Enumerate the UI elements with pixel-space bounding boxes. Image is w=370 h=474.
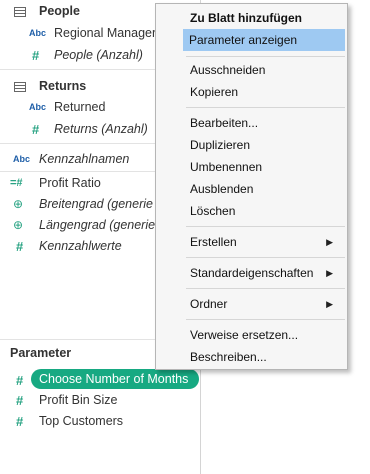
menu-item-rename[interactable]: Umbenennen [157,156,347,178]
string-dimension-icon: Abc [29,102,47,112]
globe-icon: ⊕ [13,218,24,232]
field-label: Breitengrad (generie [39,197,153,211]
parameter-icon: # [16,372,24,388]
menu-item-label: Standardeigenschaften [190,266,314,280]
table-name: People [39,4,80,18]
string-dimension-icon: Abc [13,154,31,164]
field-label: Profit Ratio [39,176,101,190]
menu-item-default-properties[interactable]: Standardeigenschaften ▶ [157,262,347,284]
menu-item-create[interactable]: Erstellen ▶ [157,231,347,253]
parameter-profit-bin-size[interactable]: # Profit Bin Size [0,389,201,411]
parameter-icon: # [16,392,24,408]
menu-item-describe[interactable]: Beschreiben... [157,346,347,368]
globe-icon: ⊕ [13,197,24,211]
parameter-top-customers[interactable]: # Top Customers [0,410,201,432]
menu-separator [186,257,345,258]
menu-item-label: Ordner [190,297,228,311]
menu-item-hide[interactable]: Ausblenden [157,178,347,200]
field-label: Profit Bin Size [39,393,118,407]
field-label: Regional Manager [54,26,157,40]
measure-icon: # [32,47,40,63]
menu-separator [186,288,345,289]
field-label: Returns (Anzahl) [54,122,148,136]
menu-separator [186,319,345,320]
menu-item-delete[interactable]: Löschen [157,200,347,222]
measure-icon: # [32,121,40,137]
table-icon [14,82,26,92]
field-label: Kennzahlwerte [39,239,122,253]
tableau-data-pane-screen: People Abc Regional Manager # People (An… [0,0,370,474]
menu-item-replace-references[interactable]: Verweise ersetzen... [157,324,347,346]
parameter-icon: # [16,413,24,429]
menu-item-add-to-sheet[interactable]: Zu Blatt hinzufügen [157,7,347,29]
field-label: Top Customers [39,414,124,428]
menu-item-cut[interactable]: Ausschneiden [157,59,347,81]
field-label: Längengrad (generie [39,218,156,232]
measure-icon: # [16,238,24,254]
field-label: Returned [54,100,106,114]
menu-item-show-parameter[interactable]: Parameter anzeigen [183,29,345,51]
submenu-arrow-icon: ▶ [326,237,333,247]
context-menu: Zu Blatt hinzufügen Parameter anzeigen A… [155,3,348,370]
menu-separator [186,226,345,227]
table-icon [14,7,26,17]
menu-separator [186,56,345,57]
menu-item-edit[interactable]: Bearbeiten... [157,112,347,134]
field-label: People (Anzahl) [54,48,143,62]
selected-parameter-pill[interactable]: Choose Number of Months [31,369,199,389]
submenu-arrow-icon: ▶ [326,268,333,278]
menu-item-copy[interactable]: Kopieren [157,81,347,103]
parameter-section-header: Parameter [10,346,72,360]
menu-separator [186,107,345,108]
field-label: Kennzahlnamen [39,152,130,166]
menu-item-label: Erstellen [190,235,237,249]
table-name: Returns [39,79,87,93]
menu-item-duplicate[interactable]: Duplizieren [157,134,347,156]
menu-item-folder[interactable]: Ordner ▶ [157,293,347,315]
string-dimension-icon: Abc [29,28,47,38]
calculated-measure-icon: =# [10,177,23,189]
submenu-arrow-icon: ▶ [326,299,333,309]
